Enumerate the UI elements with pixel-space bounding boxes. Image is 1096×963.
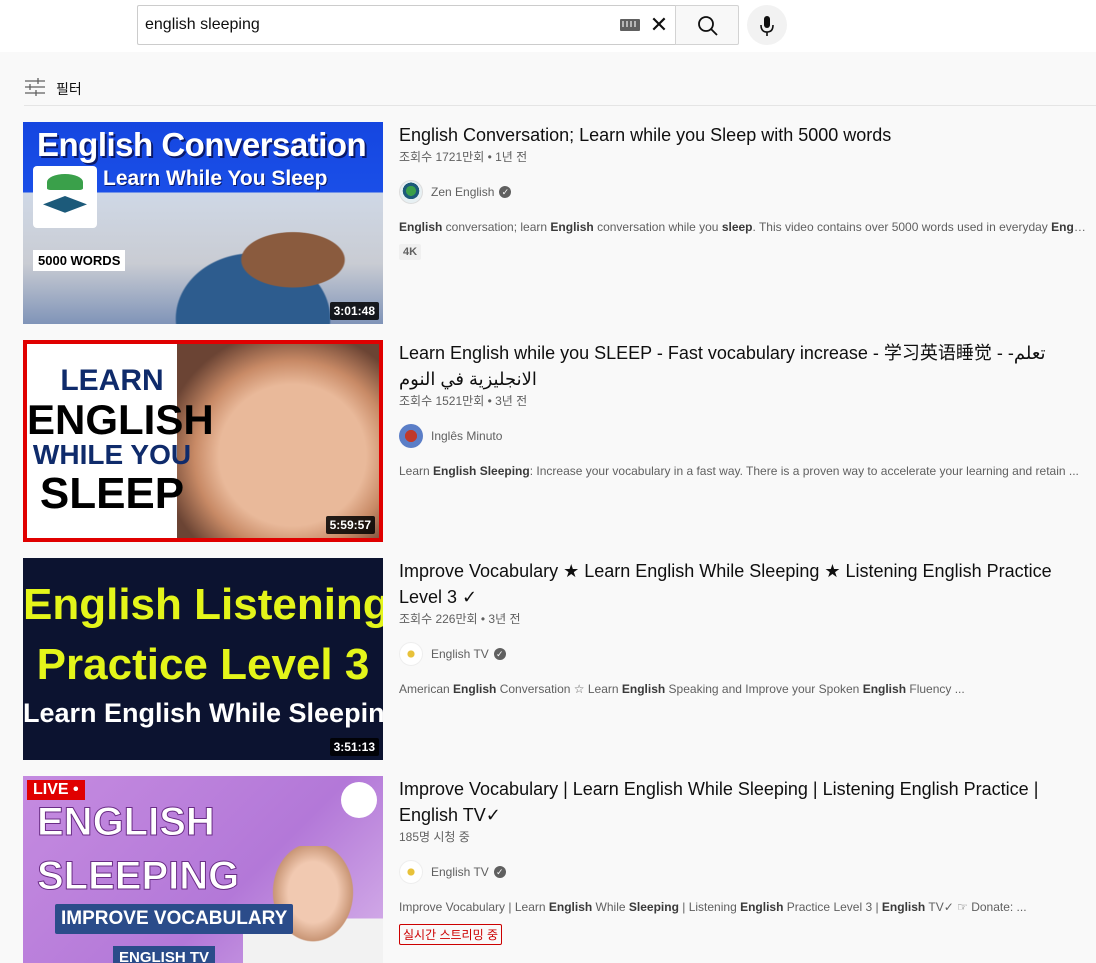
keyboard-icon[interactable]: [620, 19, 640, 31]
channel-name[interactable]: Inglês Minuto: [431, 429, 502, 443]
channel-name[interactable]: Zen English: [431, 185, 494, 199]
channel-avatar[interactable]: [399, 180, 423, 204]
microphone-icon: [760, 16, 774, 36]
thumbnail-text: IMPROVE VOCABULARY: [55, 904, 294, 934]
video-thumbnail[interactable]: English Conversation Learn While You Sle…: [23, 122, 383, 324]
channel-info: English TV ✓: [399, 860, 1089, 884]
channel-logo-image: [33, 166, 97, 228]
channel-name[interactable]: English TV: [431, 865, 489, 879]
live-streaming-badge: 실시간 스트리밍 중: [399, 924, 502, 945]
channel-seal-image: [341, 782, 377, 818]
divider: [24, 105, 1096, 106]
video-result: LEARN ENGLISH WHILE YOU SLEEP 5:59:57 Le…: [23, 340, 1096, 542]
view-count: 조회수 1721만회 • 1년 전: [399, 150, 528, 164]
video-description: Learn English Sleeping: Increase your vo…: [399, 464, 1079, 478]
video-result: English Conversation Learn While You Sle…: [23, 122, 1096, 324]
thumbnail-words-label: 5000 WORDS: [33, 250, 126, 271]
duration-badge: 3:01:48: [329, 302, 379, 320]
video-title[interactable]: Improve Vocabulary ★ Learn English While…: [399, 558, 1089, 610]
filter-sliders-icon: [25, 78, 45, 96]
thumbnail-text: Learn English While Sleeping: [23, 698, 383, 728]
thumbnail-subtitle-text: Learn While You Sleep: [103, 167, 328, 190]
thumbnail-sleeping-woman-image: [177, 344, 379, 538]
view-count: 조회수 1521만회 • 3년 전: [399, 394, 528, 408]
channel-info: Inglês Minuto: [399, 424, 1089, 448]
duration-badge: 3:51:13: [329, 738, 379, 756]
thumbnail-text: LEARN: [60, 364, 164, 397]
thumbnail-text: WHILE YOU: [32, 439, 192, 470]
video-description: American English Conversation ☆ Learn En…: [399, 682, 965, 696]
channel-name[interactable]: English TV: [431, 647, 489, 661]
duration-badge: 5:59:57: [325, 516, 375, 534]
video-thumbnail[interactable]: English Listening Practice Level 3 Learn…: [23, 558, 383, 760]
channel-avatar[interactable]: [399, 424, 423, 448]
search-query-text: english sleeping: [145, 16, 260, 33]
filter-label: 필터: [56, 81, 82, 97]
video-result: LIVE • ENGLISH SLEEPING IMPROVE VOCABULA…: [23, 776, 1096, 963]
thumbnail-text: ENGLISH: [37, 800, 216, 845]
channel-avatar[interactable]: [399, 642, 423, 666]
thumbnail-text: ENGLISH TV: [113, 946, 216, 963]
channel-avatar[interactable]: [399, 860, 423, 884]
video-description: English conversation; learn English conv…: [399, 220, 1089, 234]
channel-info: Zen English ✓: [399, 180, 1089, 204]
masthead: english sleeping ✕: [0, 0, 1096, 52]
view-count: 조회수 226만회 • 3년 전: [399, 612, 521, 626]
live-viewer-count: 185명 시청 중: [399, 830, 470, 844]
thumbnail-text: SLEEP: [39, 469, 185, 518]
search-icon: [698, 16, 718, 36]
search-input[interactable]: english sleeping ✕: [137, 5, 676, 45]
thumbnail-text: SLEEPING: [36, 854, 240, 899]
video-description: Improve Vocabulary | Learn English While…: [399, 900, 1027, 914]
thumbnail-title-text: English Conversation: [37, 126, 367, 163]
thumbnail-text: Practice Level 3: [36, 640, 370, 689]
video-title[interactable]: Improve Vocabulary | Learn English While…: [399, 776, 1089, 828]
video-title[interactable]: Learn English while you SLEEP - Fast voc…: [399, 340, 1089, 392]
video-result: English Listening Practice Level 3 Learn…: [23, 558, 1096, 760]
voice-search-button[interactable]: [747, 5, 787, 45]
quality-badge: 4K: [399, 244, 422, 260]
video-thumbnail[interactable]: LEARN ENGLISH WHILE YOU SLEEP 5:59:57: [23, 340, 383, 542]
channel-info: English TV ✓: [399, 642, 1089, 666]
verified-badge-icon: ✓: [499, 186, 512, 198]
search-button[interactable]: [675, 5, 739, 45]
clear-search-icon[interactable]: ✕: [648, 12, 670, 38]
verified-badge-icon: ✓: [493, 866, 506, 878]
video-thumbnail[interactable]: LIVE • ENGLISH SLEEPING IMPROVE VOCABULA…: [23, 776, 383, 963]
video-title[interactable]: English Conversation; Learn while you Sl…: [399, 122, 1089, 148]
thumbnail-text: ENGLISH: [27, 396, 214, 443]
verified-badge-icon: ✓: [493, 648, 506, 660]
live-label: LIVE •: [27, 780, 85, 800]
thumbnail-text: English Listening: [23, 580, 383, 629]
